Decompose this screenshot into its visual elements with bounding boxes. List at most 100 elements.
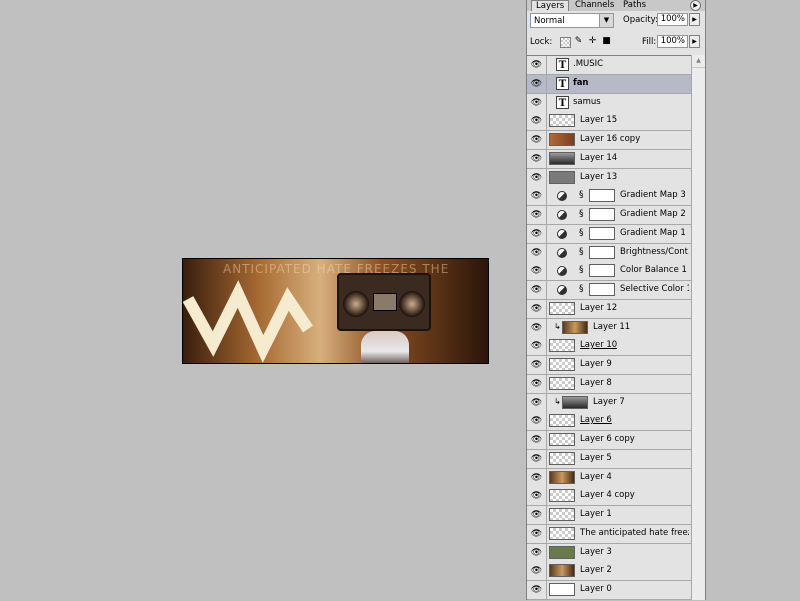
visibility-eye-icon[interactable]: 👁	[527, 450, 547, 468]
layer-row[interactable]: 👁 Layer 6	[527, 412, 691, 431]
layer-thumbnail[interactable]	[549, 114, 575, 127]
visibility-eye-icon[interactable]: 👁	[527, 281, 547, 299]
opacity-field[interactable]: 100%	[657, 13, 688, 26]
layer-row[interactable]: 👁 § Gradient Map 2	[527, 206, 691, 225]
layer-name[interactable]: Layer 11	[593, 322, 630, 332]
adjustment-layer-icon[interactable]	[557, 266, 567, 276]
visibility-eye-icon[interactable]: 👁	[527, 356, 547, 374]
layer-name[interactable]: Layer 6	[580, 415, 612, 425]
layer-row[interactable]: 👁 § Gradient Map 1	[527, 225, 691, 244]
layer-row[interactable]: 👁 ↳ Layer 11	[527, 319, 691, 338]
text-layer-icon[interactable]: T	[556, 77, 569, 90]
visibility-eye-icon[interactable]: 👁	[527, 506, 547, 524]
layer-row[interactable]: 👁 Layer 6 copy	[527, 431, 691, 450]
layer-name[interactable]: Selective Color 1	[620, 284, 689, 294]
text-layer-icon[interactable]: T	[556, 96, 569, 109]
adjustment-layer-icon[interactable]	[557, 285, 567, 295]
layer-thumbnail[interactable]	[549, 339, 575, 352]
visibility-eye-icon[interactable]: 👁	[527, 525, 547, 543]
layer-name[interactable]: Gradient Map 2	[620, 209, 686, 219]
layer-thumbnail[interactable]	[549, 527, 575, 540]
adjustment-layer-icon[interactable]	[557, 191, 567, 201]
visibility-eye-icon[interactable]: 👁	[527, 581, 547, 599]
lock-pixels-brush-icon[interactable]: ✎	[574, 37, 583, 46]
layer-thumbnail[interactable]	[549, 133, 575, 146]
layer-row[interactable]: 👁 Layer 15	[527, 112, 691, 131]
layer-name[interactable]: samus	[573, 97, 601, 107]
layer-row[interactable]: 👁 § Brightness/Cont...	[527, 244, 691, 263]
text-layer-icon[interactable]: T	[556, 58, 569, 71]
layer-mask-thumbnail[interactable]	[589, 227, 615, 240]
visibility-eye-icon[interactable]: 👁	[527, 262, 547, 280]
visibility-eye-icon[interactable]: 👁	[527, 394, 547, 412]
layer-mask-thumbnail[interactable]	[589, 246, 615, 259]
layer-name[interactable]: Layer 12	[580, 303, 617, 313]
layer-row[interactable]: 👁 § Selective Color 1	[527, 281, 691, 300]
layer-name[interactable]: The anticipated hate freezes t	[580, 528, 689, 538]
layer-name[interactable]: Layer 1	[580, 509, 612, 519]
layer-thumbnail[interactable]	[562, 396, 588, 409]
visibility-eye-icon[interactable]: 👁	[527, 487, 547, 505]
tab-paths[interactable]: Paths	[619, 0, 650, 11]
visibility-eye-icon[interactable]: 👁	[527, 187, 547, 205]
layer-row[interactable]: 👁 Layer 2	[527, 562, 691, 581]
layer-name[interactable]: Layer 0	[580, 584, 612, 594]
visibility-eye-icon[interactable]: 👁	[527, 244, 547, 262]
layer-row[interactable]: 👁 ↳ Layer 7	[527, 394, 691, 413]
visibility-eye-icon[interactable]: 👁	[527, 431, 547, 449]
layer-name[interactable]: Color Balance 1	[620, 265, 687, 275]
layer-thumbnail[interactable]	[549, 452, 575, 465]
layer-thumbnail[interactable]	[549, 583, 575, 596]
link-chain-icon[interactable]: §	[579, 247, 584, 257]
layer-row[interactable]: 👁 Tsamus	[527, 94, 691, 113]
layer-thumbnail[interactable]	[562, 321, 588, 334]
layer-row[interactable]: 👁 Layer 16 copy	[527, 131, 691, 150]
scroll-up-arrow-icon[interactable]: ▲	[692, 55, 705, 68]
visibility-eye-icon[interactable]: 👁	[527, 412, 547, 430]
layer-name[interactable]: Layer 16 copy	[580, 134, 640, 144]
layer-name[interactable]: Layer 2	[580, 565, 612, 575]
tab-layers[interactable]: Layers	[531, 0, 570, 11]
panel-menu-icon[interactable]: ▶	[690, 0, 701, 11]
lock-position-move-icon[interactable]: ✛	[588, 37, 597, 46]
layer-mask-thumbnail[interactable]	[589, 189, 615, 202]
visibility-eye-icon[interactable]: 👁	[527, 544, 547, 562]
layer-name[interactable]: Layer 14	[580, 153, 617, 163]
layer-mask-thumbnail[interactable]	[589, 264, 615, 277]
layer-name[interactable]: Layer 10	[580, 340, 617, 350]
fill-field[interactable]: 100%	[657, 35, 688, 48]
visibility-eye-icon[interactable]: 👁	[527, 112, 547, 130]
layer-name[interactable]: Layer 7	[593, 397, 625, 407]
visibility-eye-icon[interactable]: 👁	[527, 75, 547, 93]
link-chain-icon[interactable]: §	[579, 209, 584, 219]
layer-row[interactable]: 👁 Layer 9	[527, 356, 691, 375]
link-chain-icon[interactable]: §	[579, 190, 584, 200]
layer-name[interactable]: Brightness/Cont...	[620, 247, 689, 257]
layer-row[interactable]: 👁 Layer 10	[527, 337, 691, 356]
visibility-eye-icon[interactable]: 👁	[527, 169, 547, 187]
chevron-down-icon[interactable]: ▼	[599, 14, 613, 27]
tab-channels[interactable]: Channels	[571, 0, 618, 11]
layer-name[interactable]: Layer 13	[580, 172, 617, 182]
blend-mode-select[interactable]: Normal ▼	[530, 13, 614, 28]
visibility-eye-icon[interactable]: 👁	[527, 131, 547, 149]
visibility-eye-icon[interactable]: 👁	[527, 337, 547, 355]
visibility-eye-icon[interactable]: 👁	[527, 562, 547, 580]
visibility-eye-icon[interactable]: 👁	[527, 469, 547, 487]
visibility-eye-icon[interactable]: 👁	[527, 150, 547, 168]
layer-row[interactable]: 👁 Layer 8	[527, 375, 691, 394]
layer-name[interactable]: Layer 9	[580, 359, 612, 369]
layer-row[interactable]: 👁 Layer 3	[527, 544, 691, 563]
visibility-eye-icon[interactable]: 👁	[527, 375, 547, 393]
link-chain-icon[interactable]: §	[579, 284, 584, 294]
link-chain-icon[interactable]: §	[579, 265, 584, 275]
link-chain-icon[interactable]: §	[579, 228, 584, 238]
layer-row[interactable]: 👁 Layer 1	[527, 506, 691, 525]
fill-slider-arrow-icon[interactable]: ▶	[689, 35, 700, 48]
layer-thumbnail[interactable]	[549, 414, 575, 427]
layer-thumbnail[interactable]	[549, 489, 575, 502]
layer-row[interactable]: 👁 § Gradient Map 3	[527, 187, 691, 206]
layer-thumbnail[interactable]	[549, 377, 575, 390]
layer-name[interactable]: Layer 6 copy	[580, 434, 635, 444]
layer-row[interactable]: 👁 Layer 13	[527, 169, 691, 188]
